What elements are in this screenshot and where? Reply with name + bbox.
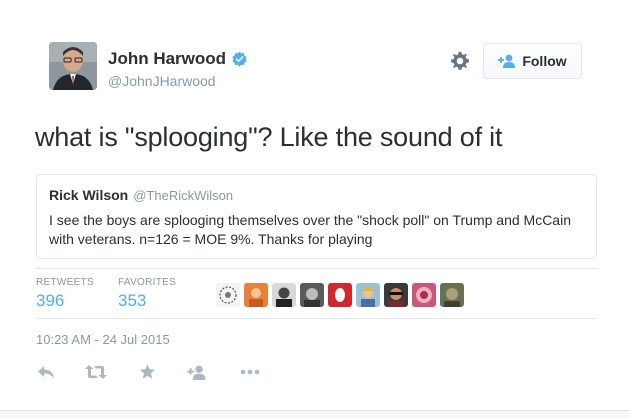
favoriter-avatar[interactable] <box>384 283 408 307</box>
author-photo <box>49 42 97 90</box>
follow-label: Follow <box>522 53 567 69</box>
add-user-icon <box>498 54 516 68</box>
favoriter-avatar[interactable] <box>412 283 436 307</box>
quoted-tweet-text: I see the boys are splooging themselves … <box>49 212 571 247</box>
favoriter-avatar[interactable] <box>328 283 352 307</box>
favoriter-avatar[interactable] <box>300 283 324 307</box>
favorite-icon[interactable] <box>137 362 157 382</box>
more-icon[interactable] <box>239 362 261 382</box>
tweet-card: John Harwood @JohnJHarwood Follow what i… <box>0 0 630 418</box>
bottom-strip <box>0 410 630 418</box>
favorites-label: FAVORITES <box>118 277 177 288</box>
author-avatar[interactable] <box>49 42 97 90</box>
favorites-count: 353 <box>118 291 147 310</box>
favoriter-avatar[interactable] <box>356 283 380 307</box>
retweets-count: 396 <box>36 291 65 310</box>
reply-icon[interactable] <box>36 362 56 382</box>
favoriter-avatar[interactable] <box>440 283 464 307</box>
author-name[interactable]: John Harwood <box>108 49 226 69</box>
follow-icon[interactable] <box>186 362 208 382</box>
favorites-stat[interactable]: FAVORITES 353 <box>118 277 176 311</box>
tweet-timestamp[interactable]: 10:23 AM - 24 Jul 2015 <box>36 332 170 347</box>
quoted-author-handle: @TheRickWilson <box>133 188 234 203</box>
tweet-text: what is "splooging"? Like the sound of i… <box>35 122 503 152</box>
follow-button[interactable]: Follow <box>483 43 582 79</box>
favoriter-avatar[interactable] <box>216 283 240 307</box>
verified-badge-icon <box>231 51 248 68</box>
favoriter-avatar[interactable] <box>272 283 296 307</box>
quoted-tweet[interactable]: Rick Wilson @TheRickWilson I see the boy… <box>36 174 597 259</box>
author-name-row[interactable]: John Harwood <box>108 49 248 69</box>
quoted-tweet-header: Rick Wilson @TheRickWilson <box>49 187 233 203</box>
retweets-stat[interactable]: RETWEETS 396 <box>36 277 94 311</box>
tweet-actions <box>36 362 261 382</box>
retweet-icon[interactable] <box>83 362 109 382</box>
favoriter-avatars <box>216 283 468 307</box>
stats-bottom-divider <box>36 318 597 319</box>
favoriter-avatar[interactable] <box>244 283 268 307</box>
gear-icon[interactable] <box>449 50 471 72</box>
quoted-author-name: Rick Wilson <box>49 187 129 203</box>
stats-top-divider <box>36 268 597 269</box>
retweets-label: RETWEETS <box>36 277 94 288</box>
author-handle[interactable]: @JohnJHarwood <box>108 73 216 89</box>
